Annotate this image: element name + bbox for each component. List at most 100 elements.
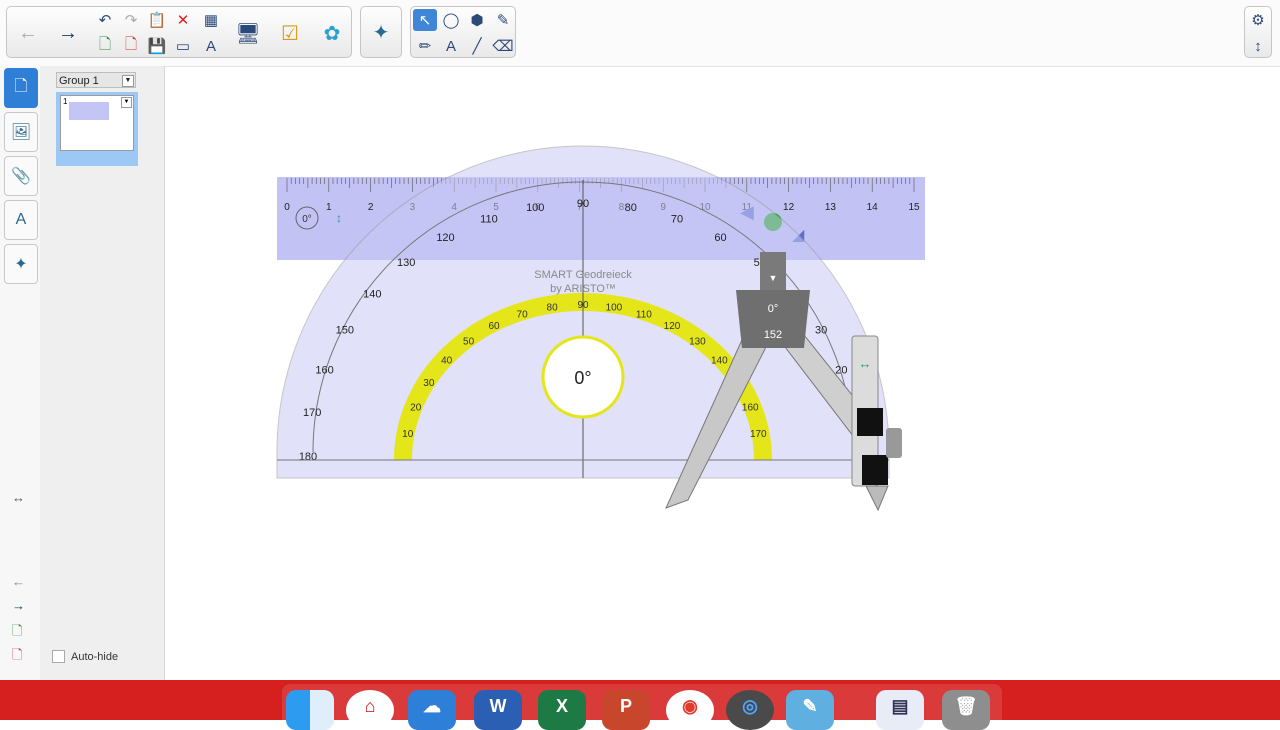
compass-handle[interactable] xyxy=(760,252,786,292)
protractor-outer-label: 20 xyxy=(835,364,847,376)
powerpoint-icon[interactable]: P xyxy=(602,690,650,730)
expand-vertical-icon[interactable]: ↕ xyxy=(1246,35,1270,57)
page-sorter-tab[interactable]: 🗋 xyxy=(4,68,38,108)
delete-page-icon[interactable]: 🗋 xyxy=(12,646,22,668)
ruler-move-icon[interactable]: ↕ xyxy=(336,211,342,225)
protractor-outer-label: 60 xyxy=(714,232,726,244)
ruler-tick-label: 13 xyxy=(825,202,837,213)
safari-icon[interactable]: ◎ xyxy=(726,690,774,730)
protractor-inner-label: 60 xyxy=(488,321,500,332)
window-icon[interactable]: ▤ xyxy=(876,690,924,730)
compass-angle-readout: 0° xyxy=(768,303,779,315)
back-button[interactable]: ← xyxy=(11,11,45,55)
protractor-inner-label: 160 xyxy=(742,403,759,414)
protractor-inner-label: 100 xyxy=(606,302,623,313)
protractor-inner-label: 40 xyxy=(441,356,453,367)
protractor-inner-label: 80 xyxy=(547,302,559,313)
williamsport-icon[interactable]: ⌂ xyxy=(346,690,394,730)
geometry-tools: 0123456789101112131415 0° ↕ ◀ ◢ 18017016… xyxy=(276,145,925,512)
page-number: 1 xyxy=(63,97,68,106)
text-tool-button[interactable]: A xyxy=(439,35,463,57)
select-tool-button[interactable]: ↖ xyxy=(413,9,437,31)
autohide-checkbox[interactable] xyxy=(52,650,65,663)
add-ons-tab[interactable]: ✦ xyxy=(4,244,38,284)
ruler-tick-label: 12 xyxy=(783,202,795,213)
protractor-outer-label: 140 xyxy=(363,288,381,300)
compass-radius-readout: 152 xyxy=(764,329,782,341)
chevron-down-icon[interactable]: ▼ xyxy=(122,75,134,87)
save-button[interactable]: 💾 xyxy=(145,35,169,57)
magic-pen-button[interactable]: ✎ xyxy=(491,9,515,31)
text-style-button[interactable]: A xyxy=(199,35,223,57)
protractor-brand-line1: SMART Geodreieck xyxy=(534,269,632,281)
excel-icon[interactable]: X xyxy=(538,690,586,730)
previous-page-icon[interactable]: ← xyxy=(12,574,25,589)
delete-page-button[interactable]: 🗋 xyxy=(119,35,143,57)
response-button[interactable]: ✿ xyxy=(315,11,349,55)
chrome-icon[interactable]: ◉ xyxy=(666,690,714,730)
protractor-inner-label: 10 xyxy=(402,429,414,440)
protractor-outer-label: 160 xyxy=(315,364,333,376)
undo-button[interactable]: ↶ xyxy=(93,9,117,31)
autohide-label: Auto-hide xyxy=(71,650,119,663)
sidebar-tabs: 🗋 🖼 📎 A ✦ ↔ ← → 🗋 🗋 xyxy=(0,66,41,680)
line-tool-button[interactable]: ╱ xyxy=(465,35,489,57)
finder-icon[interactable] xyxy=(286,690,334,730)
collapse-panel-icon[interactable]: ↔ xyxy=(12,490,25,505)
add-ons-button[interactable]: ✦ xyxy=(364,10,398,54)
page-thumbnail-selected[interactable]: 1 ▼ xyxy=(56,92,138,166)
protractor-inner-label: 50 xyxy=(463,336,475,347)
tools-group: ↖ ◯ ⬢ ✎ ✏ A ╱ ⌫ xyxy=(410,6,516,58)
group-header[interactable]: Group 1 ▼ xyxy=(56,72,136,88)
gallery-tab[interactable]: 🖼 xyxy=(4,112,38,152)
next-page-icon[interactable]: → xyxy=(12,598,25,613)
trash-icon[interactable]: 🗑 xyxy=(942,690,990,730)
whiteboard-canvas[interactable]: 0123456789101112131415 0° ↕ ◀ ◢ 18017016… xyxy=(165,67,1280,680)
protractor-inner-label: 130 xyxy=(689,336,706,347)
protractor-brand-line2: by ARISTO™ xyxy=(550,283,616,295)
gear-icon[interactable]: ⚙ xyxy=(1246,9,1270,31)
protractor-angle-readout: 0° xyxy=(574,368,591,388)
protractor-inner-label: 70 xyxy=(517,309,529,320)
screen-shade-button[interactable]: ▭ xyxy=(171,35,195,57)
fill-tool-button[interactable]: ⬢ xyxy=(465,9,489,31)
paste-button[interactable]: 📋 xyxy=(145,9,169,31)
gallery-group: ✦ xyxy=(360,6,402,58)
ruler-tick-label: 1 xyxy=(326,202,332,213)
toolbar: ← → ↶ ↷ 📋 ✕ ▦ 🗋 🗋 💾 ▭ A 🖥 ☑ ✿ ✦ ↖ ◯ ⬢ ✎ … xyxy=(0,0,1280,67)
creative-cloud-icon[interactable]: ☁ xyxy=(408,690,456,730)
eraser-tool-button[interactable]: ⌫ xyxy=(491,35,515,57)
protractor-outer-label: 130 xyxy=(397,257,415,269)
new-page-button[interactable]: 🗋 xyxy=(93,35,117,57)
protractor-inner-label: 110 xyxy=(636,309,652,320)
dock: ⌂ ☁ W X P ◉ ◎ ✎ ▤ 🗑 xyxy=(282,684,1002,730)
protractor-inner-label: 140 xyxy=(711,356,728,367)
word-icon[interactable]: W xyxy=(474,690,522,730)
pencil-tip-icon xyxy=(865,485,889,512)
autohide-control[interactable]: Auto-hide xyxy=(52,650,118,663)
attachments-tab[interactable]: 📎 xyxy=(4,156,38,196)
page-thumbnail[interactable]: 1 ▼ xyxy=(60,95,134,151)
activity-button[interactable]: ☑ xyxy=(273,11,307,55)
resize-horizontal-icon[interactable]: ↔ xyxy=(859,356,872,371)
chevron-down-icon[interactable]: ▼ xyxy=(121,97,132,108)
protractor-outer-label: 170 xyxy=(303,407,321,419)
protractor-outer-label: 70 xyxy=(671,213,683,225)
protractor-inner-label: 20 xyxy=(410,403,422,414)
shapes-tool-button[interactable]: ◯ xyxy=(439,9,463,31)
table-button[interactable]: ▦ xyxy=(199,9,223,31)
protractor-inner-label: 170 xyxy=(750,429,767,440)
protractor-inner-label: 30 xyxy=(423,378,435,389)
delete-button[interactable]: ✕ xyxy=(171,9,195,31)
ruler-tick-label: 14 xyxy=(867,202,879,213)
chevron-down-icon[interactable]: ▼ xyxy=(769,273,778,283)
add-page-icon[interactable]: 🗋 xyxy=(12,622,22,644)
pen-tool-button[interactable]: ✏ xyxy=(413,35,437,57)
page-sorter-panel: Group 1 ▼ 1 ▼ Auto-hide xyxy=(40,66,165,680)
forward-button[interactable]: → xyxy=(51,11,85,55)
redo-button[interactable]: ↷ xyxy=(119,9,143,31)
display-button[interactable]: 🖥 xyxy=(231,11,265,55)
smart-notebook-icon[interactable]: ✎ xyxy=(786,690,834,730)
properties-tab[interactable]: A xyxy=(4,200,38,240)
settings-group: ⚙ ↕ xyxy=(1244,6,1272,58)
